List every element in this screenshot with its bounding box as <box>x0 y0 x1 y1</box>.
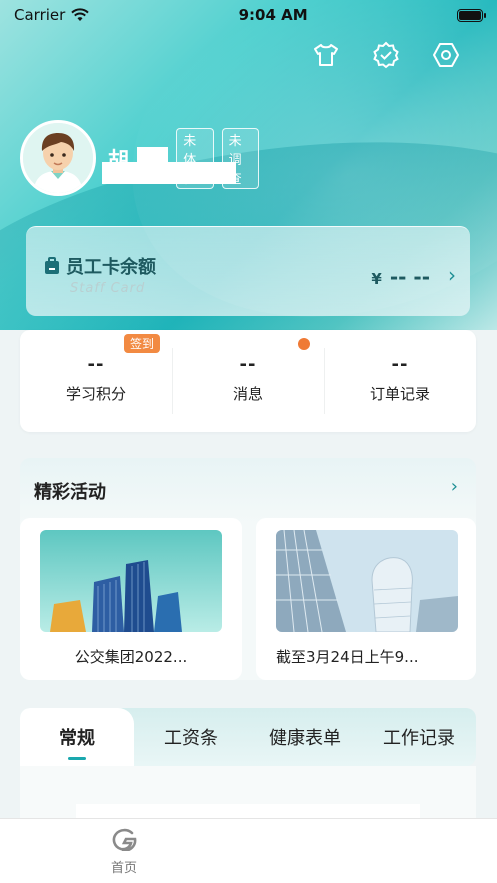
activity-card[interactable]: 截至3月24日上午9... <box>256 518 476 680</box>
stat-study-points[interactable]: 签到 -- 学习积分 <box>20 330 172 432</box>
clock: 9:04 AM <box>238 6 308 24</box>
tabbar-home[interactable]: 首页 <box>100 827 148 876</box>
stats-panel: 签到 -- 学习积分 -- 消息 -- 订单记录 <box>20 330 476 432</box>
balance-amount: -- -- <box>389 265 430 289</box>
section-title: 精彩活动 <box>34 482 106 503</box>
notification-dot <box>298 338 310 350</box>
activity-caption: 截至3月24日上午9... <box>276 648 419 666</box>
sign-in-badge[interactable]: 签到 <box>124 334 161 353</box>
avatar[interactable] <box>20 120 96 196</box>
shirt-icon[interactable] <box>311 40 341 70</box>
stat-label: 订单记录 <box>369 385 430 403</box>
category-tabs: 常规 工资条 健康表单 工作记录 <box>20 708 476 766</box>
activity-caption: 公交集团2022... <box>74 648 188 666</box>
activity-card[interactable]: 公交集团2022... <box>20 518 242 680</box>
verified-icon[interactable] <box>371 40 401 70</box>
stat-value: -- <box>239 354 257 375</box>
chevron-right-icon: › <box>448 263 456 287</box>
stat-label: 消息 <box>232 385 263 403</box>
tab-content <box>20 766 476 826</box>
stat-messages[interactable]: -- 消息 <box>172 330 324 432</box>
settings-icon[interactable] <box>431 40 461 70</box>
bottom-tabbar: 首页 <box>0 818 497 883</box>
tabbar-home-label: 首页 <box>110 861 137 876</box>
stat-orders[interactable]: -- 订单记录 <box>324 330 476 432</box>
battery-icon <box>456 8 486 22</box>
wifi-icon <box>71 8 90 21</box>
tab-general[interactable]: 常规 <box>20 708 134 766</box>
home-logo-icon <box>112 828 137 853</box>
balance-title: 员工卡余额 <box>66 257 156 278</box>
tab-work-record[interactable]: 工作记录 <box>362 708 476 766</box>
currency-symbol: ¥ <box>371 270 382 288</box>
redacted-subtitle <box>102 162 236 184</box>
stat-value: -- <box>391 354 409 375</box>
card-icon <box>45 257 59 274</box>
activity-image <box>40 530 222 632</box>
stat-value: -- <box>87 354 105 375</box>
balance-subtitle: Staff Card <box>70 281 146 296</box>
staff-card-balance[interactable]: 员工卡余额 Staff Card ¥ -- -- › <box>26 226 470 316</box>
activities-section: 精彩活动 › 公交集团2022... 截至3月24日上午9... <box>20 458 476 680</box>
stat-label: 学习积分 <box>65 385 126 403</box>
activity-image <box>276 530 458 632</box>
status-bar: Carrier 9:04 AM <box>0 0 497 30</box>
tab-health-form[interactable]: 健康表单 <box>248 708 362 766</box>
chevron-right-icon[interactable]: › <box>451 476 458 497</box>
carrier-label: Carrier <box>14 6 66 24</box>
tab-payslip[interactable]: 工资条 <box>134 708 248 766</box>
